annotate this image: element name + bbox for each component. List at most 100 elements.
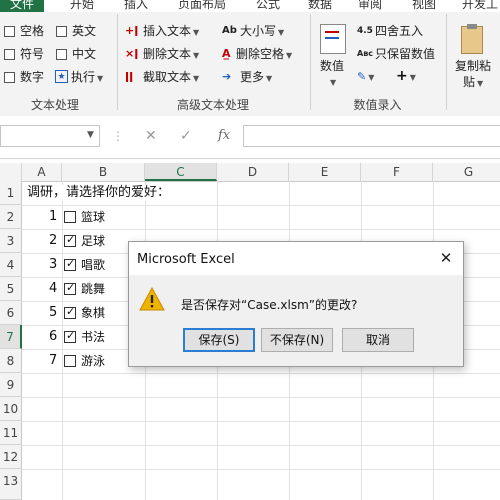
round-icon: 4.5 — [357, 26, 373, 36]
symbol-label: 符号 — [20, 47, 45, 61]
hobby-checkbox-chess[interactable]: ✓ — [64, 305, 76, 319]
hobby-label-football: 足球 — [81, 234, 106, 248]
row-header-2[interactable]: 2 — [0, 205, 22, 229]
row-header-9[interactable]: 9 — [0, 373, 22, 397]
hobby-number: 6 — [49, 329, 58, 344]
insert-function-icon[interactable]: fx — [218, 128, 230, 143]
delete-space-icon: A̲ — [222, 47, 231, 60]
column-header-bar: A B C D E F G — [0, 163, 500, 182]
more-button[interactable]: 更多 ▼ — [240, 70, 272, 86]
dialog-title-bar[interactable]: Microsoft Excel ✕ — [129, 242, 463, 275]
hobby-checkbox-football[interactable]: ✓ — [64, 233, 76, 247]
value-button[interactable]: 数值 — [320, 59, 344, 73]
save-changes-dialog: Microsoft Excel ✕ 是否保存对“Case.xlsm”的更改? 保… — [128, 241, 464, 367]
edit-icon[interactable]: ✎ ▼ — [357, 71, 374, 84]
dialog-message: 是否保存对“Case.xlsm”的更改? — [181, 298, 358, 312]
hobby-number: 4 — [49, 281, 58, 296]
ribbon: 空格 英文 符号 中文 数字 ★ 执行 ▼ 文本处理 +ǀ 插入文本 ▼ ×ǀ 删除… — [0, 12, 500, 117]
checkmark-icon: ✓ — [66, 329, 76, 342]
paste-icon — [461, 24, 483, 54]
tab-file[interactable]: 文件 — [0, 0, 45, 12]
delete-space-button[interactable]: 删除空格 ▼ — [236, 47, 292, 63]
gridline — [22, 469, 500, 470]
keep-value-button[interactable]: 只保留数值 — [375, 47, 435, 61]
tab-data[interactable]: 数据 — [308, 0, 332, 12]
row-header-4[interactable]: 4 — [0, 253, 22, 277]
row-header-8[interactable]: 8 — [0, 349, 22, 373]
case-icon: Ab — [222, 25, 237, 36]
name-box[interactable]: ▼ — [0, 125, 100, 147]
row-header-6[interactable]: 6 — [0, 301, 22, 325]
dont-save-button[interactable]: 不保存(N) — [261, 328, 333, 352]
checkmark-icon: ✓ — [66, 305, 76, 318]
formula-input[interactable] — [243, 125, 500, 147]
insert-text-button[interactable]: 插入文本 ▼ — [143, 24, 199, 40]
row-header-7[interactable]: 7 — [0, 325, 22, 349]
chinese-checkbox[interactable] — [56, 49, 67, 60]
hobby-label-singing: 唱歌 — [81, 258, 106, 272]
row-header-3[interactable]: 3 — [0, 229, 22, 253]
number-checkbox[interactable] — [4, 72, 15, 83]
value-entry-icon — [320, 24, 346, 54]
survey-title-cell[interactable]: 调研，请选择你的爱好： — [27, 185, 171, 201]
space-label: 空格 — [20, 24, 45, 38]
number-group-label: 数值录入 — [353, 98, 402, 112]
case-button[interactable]: 大小写 ▼ — [240, 24, 284, 40]
gridline — [22, 397, 500, 398]
value-dropdown-icon[interactable]: ▼ — [328, 74, 336, 90]
row-header-12[interactable]: 12 — [0, 445, 22, 469]
hobby-checkbox-calligraphy[interactable]: ✓ — [64, 329, 76, 343]
column-header-c[interactable]: C — [145, 163, 217, 181]
chinese-label: 中文 — [72, 47, 97, 61]
row-header-10[interactable]: 10 — [0, 397, 22, 421]
row-header-5[interactable]: 5 — [0, 277, 22, 301]
hobby-checkbox-swimming[interactable] — [64, 355, 76, 367]
tab-view[interactable]: 视图 — [412, 0, 436, 12]
copy-paste-button[interactable]: 复制粘 — [455, 59, 491, 73]
enter-icon[interactable]: ✓ — [180, 128, 192, 144]
cancel-icon[interactable]: ✕ — [145, 128, 157, 144]
column-header-d[interactable]: D — [217, 163, 289, 181]
english-checkbox[interactable] — [56, 26, 67, 37]
ribbon-tab-bar: 文件 开始 插入 页面布局 公式 数据 审阅 视图 开发工 — [0, 0, 500, 12]
hobby-checkbox-singing[interactable]: ✓ — [64, 257, 76, 271]
row-header-13[interactable]: 13 — [0, 469, 22, 500]
close-icon[interactable]: ✕ — [435, 247, 457, 269]
extract-text-button[interactable]: 截取文本 ▼ — [143, 70, 199, 86]
symbol-checkbox[interactable] — [4, 49, 15, 60]
tab-home[interactable]: 开始 — [70, 0, 94, 12]
column-header-g[interactable]: G — [433, 163, 500, 181]
column-header-f[interactable]: F — [361, 163, 433, 181]
copy-paste-button-line2[interactable]: 贴 ▼ — [463, 75, 483, 91]
tab-developer[interactable]: 开发工 — [462, 0, 498, 12]
round-button[interactable]: 四舍五入 — [375, 24, 423, 38]
hobby-checkbox-basketball[interactable] — [64, 211, 76, 223]
row-header-1[interactable]: 1 — [0, 181, 22, 205]
select-all-corner[interactable] — [0, 163, 22, 181]
gridline — [22, 205, 500, 206]
hobby-label-basketball: 篮球 — [81, 210, 106, 224]
column-header-b[interactable]: B — [62, 163, 145, 181]
tab-review[interactable]: 审阅 — [358, 0, 382, 12]
advanced-group-label: 高级文本处理 — [176, 98, 249, 112]
hobby-number: 2 — [49, 233, 58, 248]
save-button[interactable]: 保存(S) — [183, 328, 255, 352]
row-header-11[interactable]: 11 — [0, 421, 22, 445]
column-header-e[interactable]: E — [289, 163, 361, 181]
tab-formulas[interactable]: 公式 — [256, 0, 280, 12]
dialog-body: 是否保存对“Case.xlsm”的更改? 保存(S) 不保存(N) 取消 — [129, 275, 463, 366]
tab-page-layout[interactable]: 页面布局 — [178, 0, 226, 12]
cancel-button[interactable]: 取消 — [342, 328, 414, 352]
hobby-checkbox-dancing[interactable]: ✓ — [64, 281, 76, 295]
hobby-label-swimming: 游泳 — [81, 354, 106, 368]
tab-insert[interactable]: 插入 — [124, 0, 148, 12]
column-header-a[interactable]: A — [22, 163, 62, 181]
delete-text-icon: ×ǀ — [125, 47, 139, 60]
plus-icon[interactable]: + ▼ — [396, 69, 416, 84]
insert-text-icon: +ǀ — [125, 24, 139, 37]
chevron-down-icon[interactable]: ▼ — [87, 130, 94, 140]
space-checkbox[interactable] — [4, 26, 15, 37]
delete-text-button[interactable]: 删除文本 ▼ — [143, 47, 199, 63]
gridline — [22, 421, 500, 422]
execute-button[interactable]: 执行 ▼ — [71, 70, 103, 86]
